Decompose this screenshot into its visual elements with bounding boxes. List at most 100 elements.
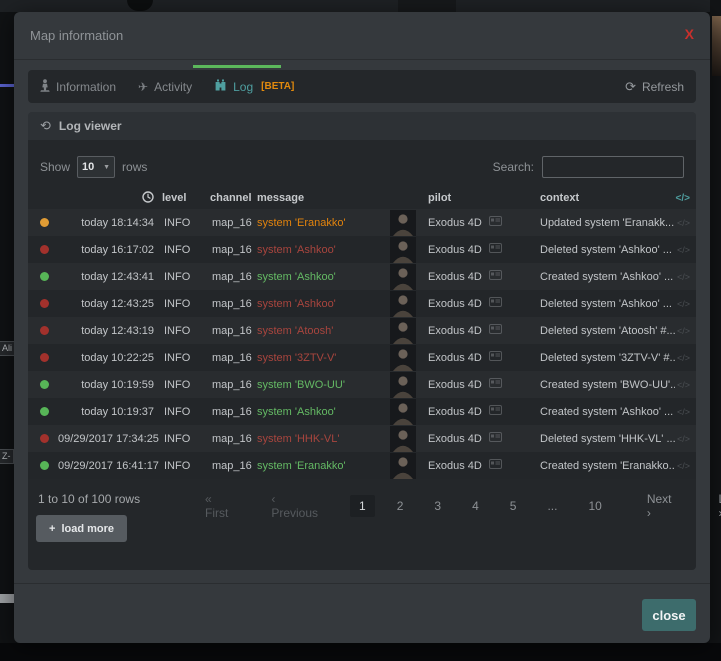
rows-per-page-value: 10: [82, 161, 94, 173]
row-expand-icon[interactable]: </>: [675, 326, 696, 336]
pilot-avatar: [390, 264, 420, 290]
log-message: system 'Ashkoo': [257, 271, 390, 283]
column-header-pilot[interactable]: pilot: [420, 192, 540, 204]
log-time: today 12:43:19: [58, 325, 162, 337]
refresh-button[interactable]: ⟳ Refresh: [625, 79, 684, 95]
id-card-icon: [489, 216, 502, 229]
code-column-icon: </>: [675, 193, 696, 204]
log-level: INFO: [162, 244, 210, 256]
row-expand-icon[interactable]: </>: [675, 272, 696, 282]
log-context: Deleted system '3ZTV-V' #...: [540, 352, 675, 364]
table-row[interactable]: today 10:22:25 INFO map_16 system '3ZTV-…: [28, 344, 696, 371]
column-header-context[interactable]: context: [540, 192, 675, 204]
pilot-name: Exodus 4D: [428, 271, 482, 283]
pagination-next[interactable]: Next ›: [638, 488, 681, 524]
pilot-name: Exodus 4D: [428, 352, 482, 364]
load-more-button[interactable]: + load more: [36, 515, 127, 542]
id-card-icon: [489, 243, 502, 256]
pagination-page-10[interactable]: 10: [579, 495, 610, 517]
table-row[interactable]: 09/29/2017 17:34:25 INFO map_16 system '…: [28, 425, 696, 452]
dialog-header: Map information X: [14, 12, 710, 60]
pagination-page-1[interactable]: 1: [350, 495, 375, 517]
plane-icon: ✈: [138, 80, 148, 94]
clock-icon[interactable]: [58, 191, 162, 206]
table-row[interactable]: today 12:43:41 INFO map_16 system 'Ashko…: [28, 263, 696, 290]
pagination-page-3[interactable]: 3: [425, 495, 450, 517]
pilot-name: Exodus 4D: [428, 406, 482, 418]
rows-per-page-select[interactable]: 10 ▼: [77, 156, 115, 178]
pagination: « First ‹ Previous 12345...10 Next › Las…: [196, 488, 688, 524]
log-context: Created system 'Ashkoo' ...: [540, 406, 675, 418]
binoculars-icon: [214, 79, 227, 94]
row-expand-icon[interactable]: </>: [675, 461, 696, 471]
close-icon[interactable]: X: [685, 26, 694, 42]
log-channel: map_16: [210, 406, 257, 418]
table-row[interactable]: today 16:17:02 INFO map_16 system 'Ashko…: [28, 236, 696, 263]
row-expand-icon[interactable]: </>: [675, 380, 696, 390]
row-expand-icon[interactable]: </>: [675, 299, 696, 309]
log-viewer-header: ⟲ Log viewer: [28, 112, 696, 140]
pilot-name: Exodus 4D: [428, 298, 482, 310]
table-row[interactable]: today 10:19:59 INFO map_16 system 'BWO-U…: [28, 371, 696, 398]
pagination-first[interactable]: « First: [196, 488, 237, 524]
log-level: INFO: [162, 298, 210, 310]
log-channel: map_16: [210, 460, 257, 472]
table-row[interactable]: today 10:19:37 INFO map_16 system 'Ashko…: [28, 398, 696, 425]
table-row[interactable]: 09/29/2017 16:41:17 INFO map_16 system '…: [28, 452, 696, 479]
column-header-level[interactable]: level: [162, 192, 210, 204]
column-header-message[interactable]: message: [257, 192, 390, 204]
background-bottom: [0, 643, 721, 661]
log-context: Created system 'Eranakko...: [540, 460, 675, 472]
status-dot-icon: [40, 353, 49, 362]
pagination-last[interactable]: Last »: [710, 488, 721, 524]
log-time: today 12:43:41: [58, 271, 162, 283]
pilot-name: Exodus 4D: [428, 244, 482, 256]
progress-indicator: [193, 65, 281, 68]
tab-activity[interactable]: ✈ Activity: [127, 80, 203, 94]
pagination-info: 1 to 10 of 100 rows: [38, 492, 140, 506]
pagination-page-2[interactable]: 2: [388, 495, 413, 517]
id-card-icon: [489, 459, 502, 472]
log-viewer-panel: Show 10 ▼ rows Search: level: [28, 140, 696, 570]
pagination-previous[interactable]: ‹ Previous: [262, 488, 327, 524]
close-button[interactable]: close: [642, 599, 696, 631]
table-row[interactable]: today 12:43:25 INFO map_16 system 'Ashko…: [28, 290, 696, 317]
log-message: system 'BWO-UU': [257, 379, 390, 391]
table-row[interactable]: today 18:14:34 INFO map_16 system 'Erana…: [28, 209, 696, 236]
background-gray-fragment: [0, 594, 14, 603]
status-dot-icon: [40, 407, 49, 416]
table-body: today 18:14:34 INFO map_16 system 'Erana…: [28, 209, 696, 479]
log-context: Deleted system 'Ashkoo' ...: [540, 244, 675, 256]
pilot-name: Exodus 4D: [428, 433, 482, 445]
refresh-icon: ⟳: [625, 79, 636, 95]
id-card-icon: [489, 324, 502, 337]
tab-log[interactable]: Log [BETA]: [203, 79, 305, 94]
background-top-strip: [0, 0, 721, 12]
pagination-page-5[interactable]: 5: [501, 495, 526, 517]
log-time: today 10:19:37: [58, 406, 162, 418]
log-level: INFO: [162, 352, 210, 364]
id-card-icon: [489, 432, 502, 445]
chevron-down-icon: ▼: [103, 164, 110, 171]
search-group: Search:: [493, 156, 684, 178]
rows-label: rows: [122, 160, 147, 174]
log-context: Updated system 'Eranakk...: [540, 217, 675, 229]
pilot-avatar: [390, 318, 420, 344]
log-level: INFO: [162, 379, 210, 391]
row-expand-icon[interactable]: </>: [675, 407, 696, 417]
log-context: Created system 'BWO-UU'...: [540, 379, 675, 391]
pagination-page-4[interactable]: 4: [463, 495, 488, 517]
row-expand-icon[interactable]: </>: [675, 353, 696, 363]
search-input[interactable]: [542, 156, 684, 178]
table-row[interactable]: today 12:43:19 INFO map_16 system 'Atoos…: [28, 317, 696, 344]
log-level: INFO: [162, 433, 210, 445]
tab-bar: Information ✈ Activity Log [BETA] ⟳ Refr…: [28, 70, 696, 103]
map-system-label-fragment: Ali: [0, 341, 15, 356]
row-expand-icon[interactable]: </>: [675, 245, 696, 255]
column-header-channel[interactable]: channel: [210, 192, 257, 204]
pagination-page-...[interactable]: ...: [538, 495, 566, 517]
row-expand-icon[interactable]: </>: [675, 218, 696, 228]
row-expand-icon[interactable]: </>: [675, 434, 696, 444]
tab-information[interactable]: Information: [40, 79, 127, 95]
log-time: 09/29/2017 17:34:25: [58, 433, 162, 445]
